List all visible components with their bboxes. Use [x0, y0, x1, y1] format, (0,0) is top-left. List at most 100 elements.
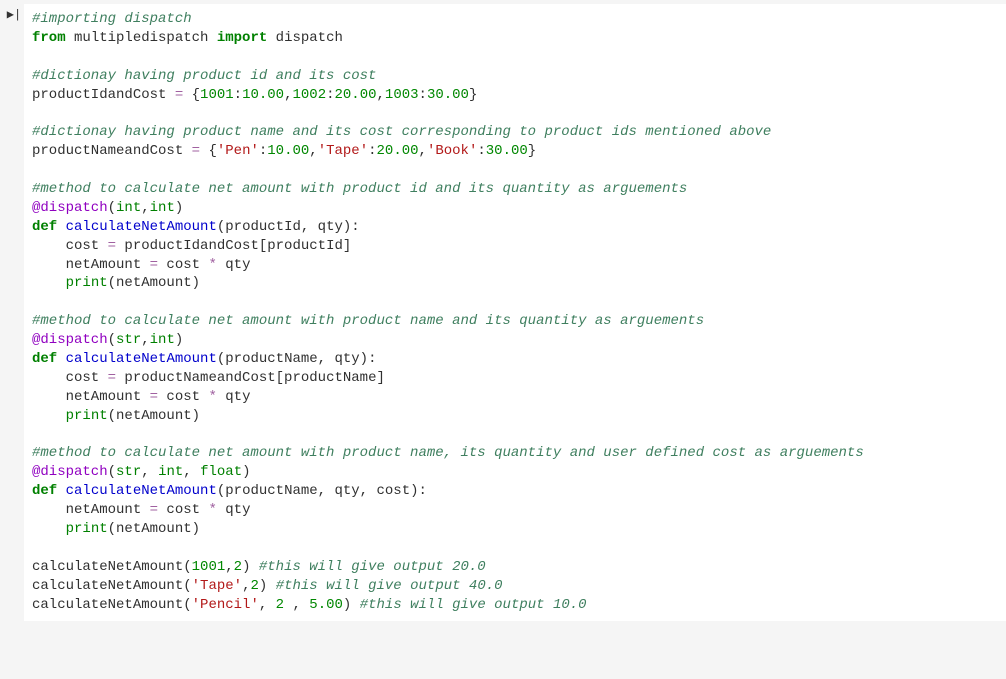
code-token: , [284, 597, 309, 613]
code-token: productIdandCost [32, 87, 175, 103]
code-token: qty [217, 502, 251, 518]
code-line: def calculateNetAmount(productName, qty,… [32, 482, 998, 501]
code-token: 20.00 [335, 87, 377, 103]
code-token: 'Book' [427, 143, 477, 159]
code-token: = [150, 257, 158, 273]
code-token: , [141, 332, 149, 348]
code-token: 'Pen' [217, 143, 259, 159]
code-token [32, 408, 66, 424]
code-line: @dispatch(str, int, float) [32, 463, 998, 482]
code-token: #method to calculate net amount with pro… [32, 181, 687, 197]
code-token: { [200, 143, 217, 159]
code-token: = [175, 87, 183, 103]
code-token: (netAmount) [108, 521, 200, 537]
code-line: #method to calculate net amount with pro… [32, 180, 998, 199]
code-editor[interactable]: #importing dispatch from multipledispatch… [24, 4, 1006, 621]
code-token: (productName, qty, cost): [217, 483, 427, 499]
code-line: netAmount = cost * qty [32, 256, 998, 275]
code-token: cost [32, 370, 108, 386]
code-token: : [234, 87, 242, 103]
code-token: qty [217, 389, 251, 405]
code-line: cost = productIdandCost[productId] [32, 237, 998, 256]
code-token: ( [108, 200, 116, 216]
code-token: #importing dispatch [32, 11, 192, 27]
code-token: = [150, 389, 158, 405]
code-token: , [419, 143, 427, 159]
code-line: #dictionay having product id and its cos… [32, 67, 998, 86]
code-token: def [32, 483, 57, 499]
code-token [32, 521, 66, 537]
run-cell-icon[interactable]: ▶| [4, 4, 24, 23]
code-token: def [32, 351, 57, 367]
code-token: = [108, 238, 116, 254]
code-token: (netAmount) [108, 275, 200, 291]
code-token: 1001 [192, 559, 226, 575]
code-token: , [225, 559, 233, 575]
code-token: dispatch [267, 30, 343, 46]
code-token: calculateNetAmount( [32, 597, 192, 613]
code-token: * [208, 502, 216, 518]
code-token: cost [158, 389, 208, 405]
code-token: , [183, 464, 200, 480]
code-token: , [141, 200, 149, 216]
code-token: def [32, 219, 57, 235]
code-token: ( [108, 332, 116, 348]
code-token: productNameandCost[productName] [116, 370, 385, 386]
code-token: ( [108, 464, 116, 480]
code-line: #importing dispatch [32, 10, 998, 29]
code-token: #this will give output 10.0 [360, 597, 587, 613]
code-line [32, 104, 998, 123]
code-line: calculateNetAmount('Tape',2) #this will … [32, 577, 998, 596]
code-token: #this will give output 40.0 [276, 578, 503, 594]
code-line: print(netAmount) [32, 520, 998, 539]
code-token: ) [175, 200, 183, 216]
code-token: @dispatch [32, 464, 108, 480]
code-line [32, 48, 998, 67]
code-line: def calculateNetAmount(productName, qty)… [32, 350, 998, 369]
code-token: int [150, 332, 175, 348]
code-token: cost [158, 257, 208, 273]
code-token: 5.00 [309, 597, 343, 613]
code-token: } [469, 87, 477, 103]
code-line [32, 293, 998, 312]
code-token: #method to calculate net amount with pro… [32, 445, 864, 461]
code-token: calculateNetAmount [66, 219, 217, 235]
code-token: (productId, qty): [217, 219, 360, 235]
code-token: int [150, 200, 175, 216]
code-token: import [217, 30, 267, 46]
code-token: print [66, 521, 108, 537]
code-line: calculateNetAmount('Pencil', 2 , 5.00) #… [32, 596, 998, 615]
code-token: ) [242, 559, 259, 575]
code-token: str [116, 464, 141, 480]
code-token: } [528, 143, 536, 159]
code-line: print(netAmount) [32, 407, 998, 426]
code-token: (netAmount) [108, 408, 200, 424]
code-token: 30.00 [486, 143, 528, 159]
code-token: 2 [250, 578, 258, 594]
code-token: int [116, 200, 141, 216]
code-token: : [419, 87, 427, 103]
code-line [32, 161, 998, 180]
code-token: { [183, 87, 200, 103]
code-token: str [116, 332, 141, 348]
code-token: qty [217, 257, 251, 273]
code-line: #dictionay having product name and its c… [32, 123, 998, 142]
code-token: from [32, 30, 66, 46]
code-token: print [66, 275, 108, 291]
code-line: @dispatch(str,int) [32, 331, 998, 350]
code-token: cost [32, 238, 108, 254]
code-token: , [377, 87, 385, 103]
code-token: 2 [276, 597, 284, 613]
code-token: 10.00 [242, 87, 284, 103]
code-token: calculateNetAmount [66, 351, 217, 367]
code-token: multipledispatch [66, 30, 217, 46]
code-token: ) [175, 332, 183, 348]
code-token: float [200, 464, 242, 480]
code-token: : [326, 87, 334, 103]
code-line: #method to calculate net amount with pro… [32, 312, 998, 331]
code-line: #method to calculate net amount with pro… [32, 444, 998, 463]
code-token: * [208, 389, 216, 405]
code-token [32, 275, 66, 291]
code-token: ) [343, 597, 360, 613]
code-token: 10.00 [267, 143, 309, 159]
